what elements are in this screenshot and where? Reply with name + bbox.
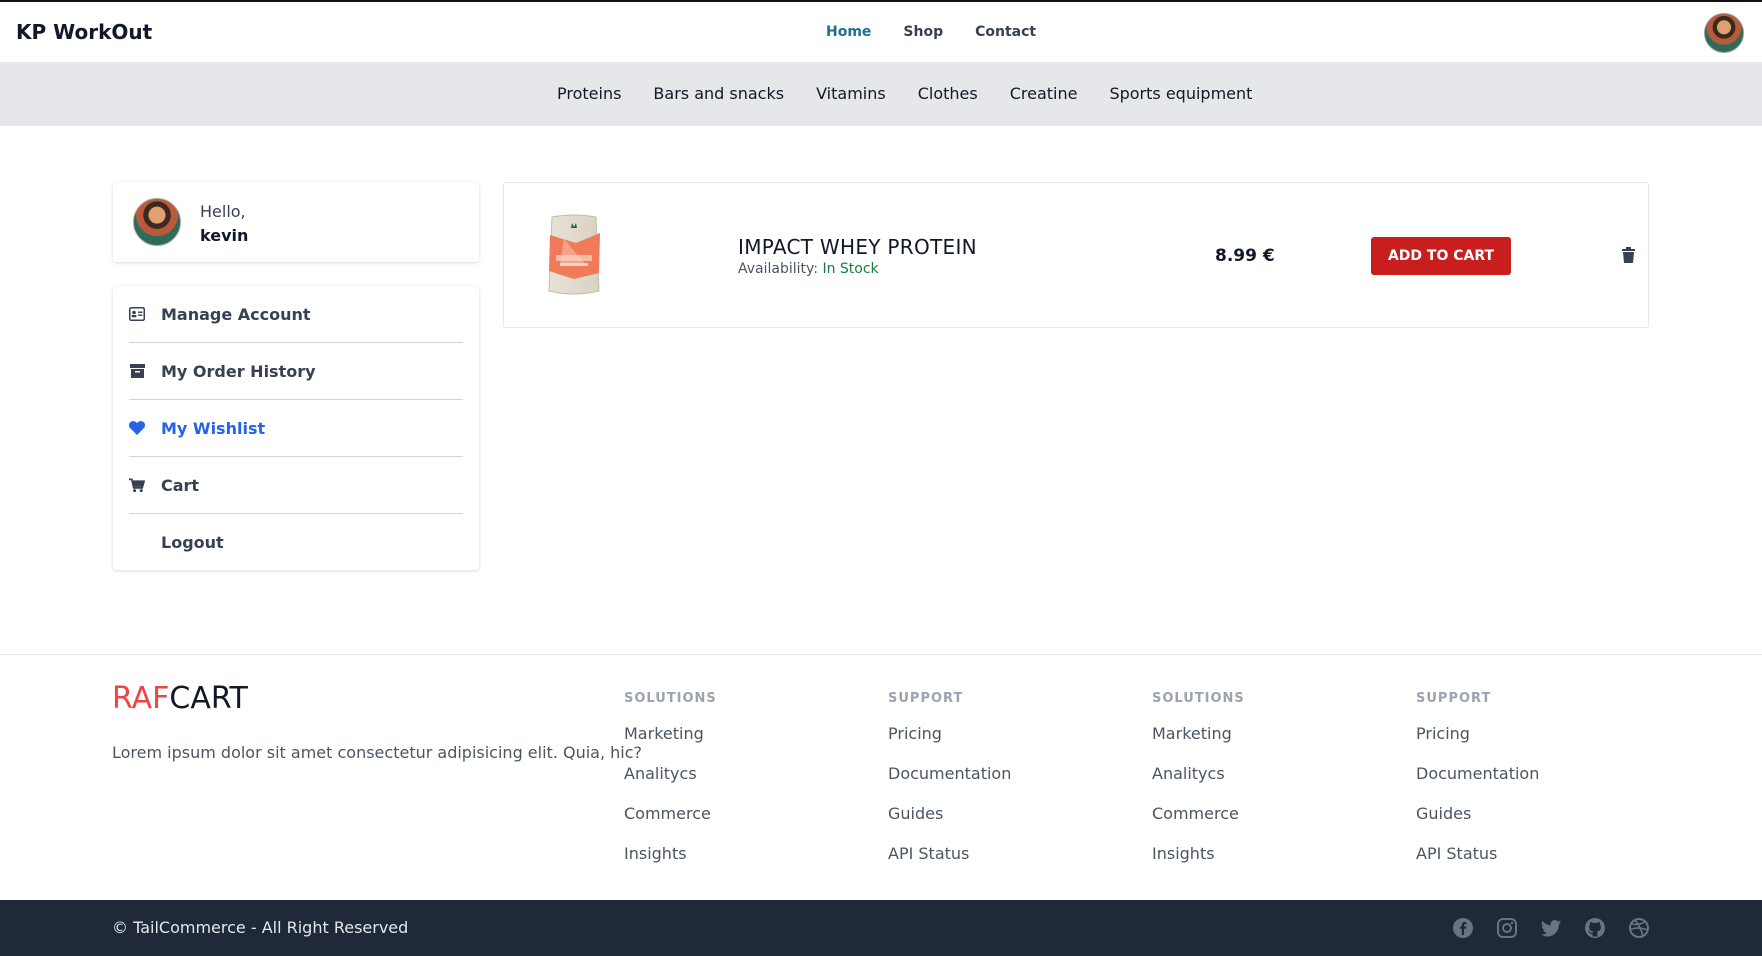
top-header: KP WorkOut Home Shop Contact bbox=[0, 0, 1762, 62]
sidebar-item-label: My Wishlist bbox=[161, 418, 266, 438]
footer-column-solutions-2: SOLUTIONS Marketing Analitycs Commerce I… bbox=[1152, 691, 1245, 882]
category-creatine[interactable]: Creatine bbox=[1010, 84, 1078, 103]
product-name[interactable]: IMPACT WHEY PROTEIN bbox=[738, 235, 977, 259]
archive-icon bbox=[129, 363, 145, 379]
category-bar: Proteins Bars and snacks Vitamins Clothe… bbox=[0, 62, 1762, 126]
footer-column-solutions: SOLUTIONS Marketing Analitycs Commerce I… bbox=[624, 691, 717, 882]
logo-part-raf: RAF bbox=[112, 681, 170, 716]
footer-link[interactable]: Documentation bbox=[1416, 762, 1539, 785]
profile-card: Hello, kevin bbox=[113, 182, 479, 262]
footer-link[interactable]: Marketing bbox=[624, 722, 717, 745]
category-vitamins[interactable]: Vitamins bbox=[816, 84, 886, 103]
logo-part-cart: CART bbox=[169, 681, 248, 716]
product-availability: Availability: In Stock bbox=[738, 261, 879, 277]
sidebar-item-manage-account[interactable]: Manage Account bbox=[129, 286, 463, 343]
main-nav: Home Shop Contact bbox=[826, 24, 1036, 40]
availability-label: Availability: bbox=[738, 261, 819, 277]
footer-link[interactable]: Commerce bbox=[624, 802, 717, 825]
footer-link[interactable]: Insights bbox=[1152, 842, 1245, 865]
sidebar-item-label: Logout bbox=[161, 533, 224, 552]
copyright-bar: © TailCommerce - All Right Reserved bbox=[0, 900, 1762, 956]
brand-logo[interactable]: KP WorkOut bbox=[16, 20, 152, 44]
id-card-icon bbox=[129, 306, 145, 322]
category-proteins[interactable]: Proteins bbox=[557, 84, 621, 103]
footer-column-title: SUPPORT bbox=[888, 691, 964, 706]
footer-link[interactable]: Analitycs bbox=[1152, 762, 1245, 785]
footer-link[interactable]: Insights bbox=[624, 842, 717, 865]
copyright-text: © TailCommerce - All Right Reserved bbox=[112, 918, 409, 937]
footer-column-title: SUPPORT bbox=[1416, 691, 1492, 706]
heart-icon bbox=[129, 420, 145, 436]
profile-greeting: Hello, kevin bbox=[200, 200, 248, 248]
wishlist-item: IMPACT WHEY PROTEIN Availability: In Sto… bbox=[503, 182, 1649, 328]
stock-status: In Stock bbox=[822, 261, 879, 277]
facebook-icon[interactable] bbox=[1452, 917, 1474, 939]
trash-icon[interactable] bbox=[1622, 247, 1638, 265]
product-image[interactable] bbox=[546, 213, 602, 297]
profile-avatar bbox=[133, 198, 181, 246]
github-icon[interactable] bbox=[1584, 917, 1606, 939]
nav-contact[interactable]: Contact bbox=[975, 24, 1036, 40]
logout-icon bbox=[129, 535, 145, 551]
sidebar-item-order-history[interactable]: My Order History bbox=[129, 343, 463, 400]
user-avatar[interactable] bbox=[1704, 13, 1744, 53]
footer-link[interactable]: Guides bbox=[888, 802, 1011, 825]
greeting-text: Hello, bbox=[200, 202, 246, 221]
dribbble-icon[interactable] bbox=[1628, 917, 1650, 939]
footer-link[interactable]: Pricing bbox=[888, 722, 1011, 745]
footer-link[interactable]: Analitycs bbox=[624, 762, 717, 785]
footer-logo[interactable]: RAFCART bbox=[112, 681, 248, 716]
footer-description: Lorem ipsum dolor sit amet consectetur a… bbox=[112, 743, 643, 762]
nav-shop[interactable]: Shop bbox=[903, 24, 943, 40]
sidebar-item-label: Cart bbox=[161, 475, 200, 495]
footer-column-title: SOLUTIONS bbox=[624, 691, 717, 706]
add-to-cart-button[interactable]: ADD TO CART bbox=[1371, 237, 1511, 275]
profile-name: kevin bbox=[200, 226, 249, 245]
sidebar-item-label: My Order History bbox=[161, 361, 316, 381]
category-list: Proteins Bars and snacks Vitamins Clothe… bbox=[557, 84, 1252, 103]
sidebar-item-cart[interactable]: Cart bbox=[129, 457, 463, 514]
sidebar-item-label: Manage Account bbox=[161, 304, 311, 324]
category-bars-and-snacks[interactable]: Bars and snacks bbox=[653, 84, 784, 103]
twitter-icon[interactable] bbox=[1540, 917, 1562, 939]
category-sports-equipment[interactable]: Sports equipment bbox=[1109, 84, 1252, 103]
footer-link[interactable]: API Status bbox=[888, 842, 1011, 865]
cart-icon bbox=[129, 477, 145, 493]
footer-link[interactable]: Documentation bbox=[888, 762, 1011, 785]
product-price: 8.99 € bbox=[1215, 246, 1275, 266]
footer-column-support-2: SUPPORT Pricing Documentation Guides API… bbox=[1416, 691, 1539, 882]
account-menu: Manage Account My Order History My Wishl… bbox=[113, 286, 479, 570]
footer-link[interactable]: Pricing bbox=[1416, 722, 1539, 745]
instagram-icon[interactable] bbox=[1496, 917, 1518, 939]
nav-home[interactable]: Home bbox=[826, 24, 871, 40]
category-clothes[interactable]: Clothes bbox=[918, 84, 978, 103]
footer-link[interactable]: API Status bbox=[1416, 842, 1539, 865]
footer: RAFCART Lorem ipsum dolor sit amet conse… bbox=[0, 654, 1762, 900]
sidebar-item-logout[interactable]: Logout bbox=[129, 514, 463, 571]
footer-link[interactable]: Marketing bbox=[1152, 722, 1245, 745]
sidebar-item-wishlist[interactable]: My Wishlist bbox=[129, 400, 463, 457]
footer-column-support: SUPPORT Pricing Documentation Guides API… bbox=[888, 691, 1011, 882]
social-links bbox=[1452, 917, 1650, 939]
footer-column-title: SOLUTIONS bbox=[1152, 691, 1245, 706]
footer-link[interactable]: Guides bbox=[1416, 802, 1539, 825]
footer-link[interactable]: Commerce bbox=[1152, 802, 1245, 825]
